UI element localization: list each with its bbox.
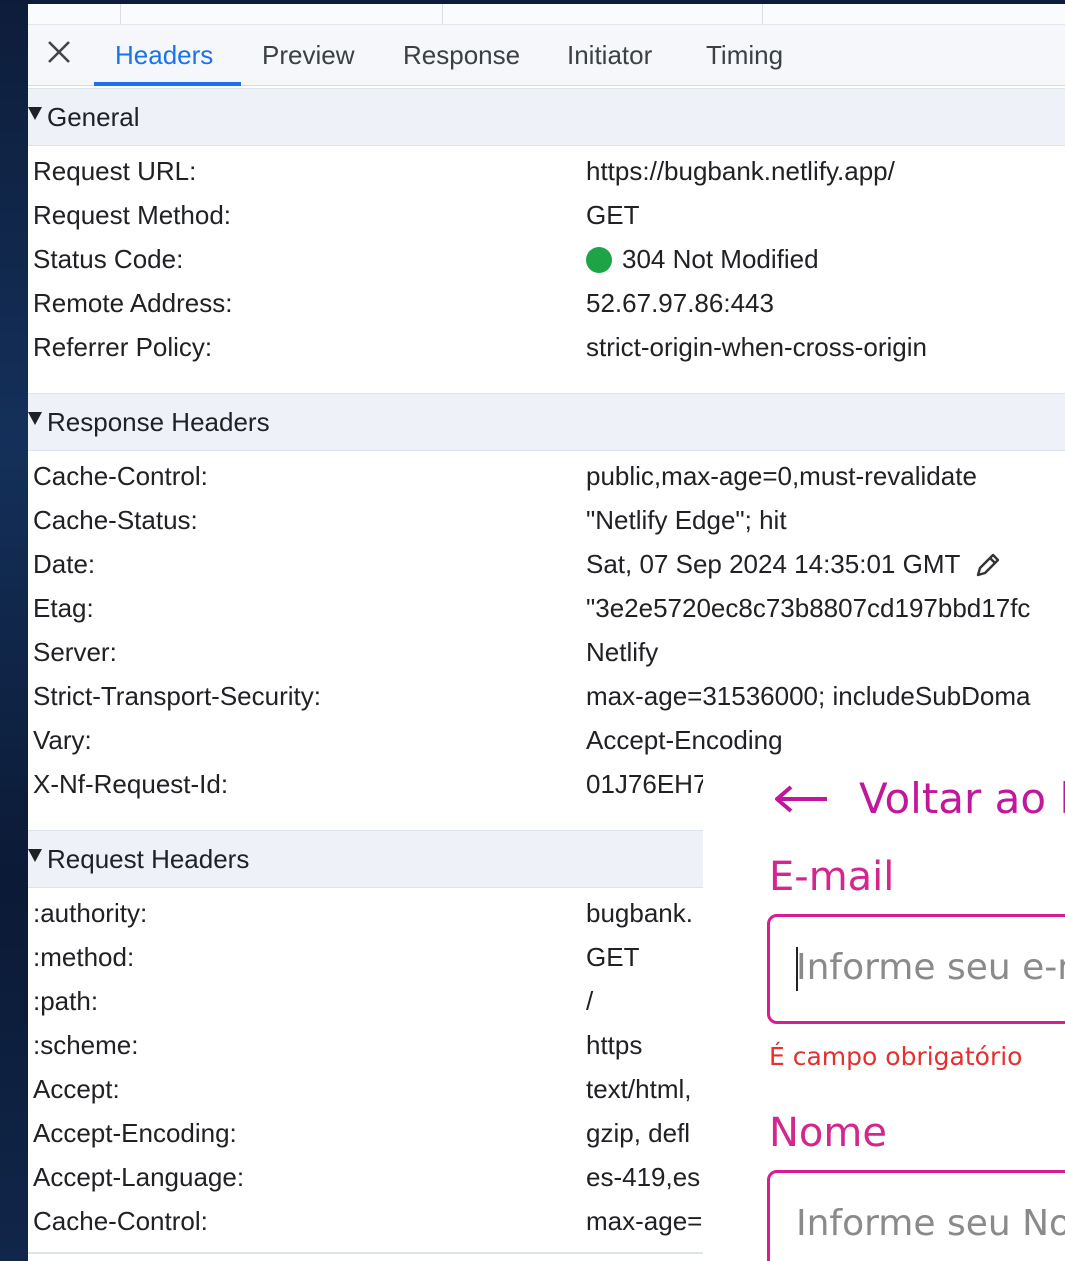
header-row: Request URL: https://bugbank.netlify.app… xyxy=(28,150,1065,194)
column-divider xyxy=(120,4,121,24)
expand-triangle-icon xyxy=(28,412,42,425)
close-icon xyxy=(48,41,70,63)
header-key: Accept: xyxy=(33,1074,120,1104)
email-error-message: É campo obrigatório xyxy=(769,1042,1023,1071)
section-title: Request Headers xyxy=(47,844,250,874)
header-value[interactable]: max-age=31536000; includeSubDoma xyxy=(586,681,1030,712)
header-key: Referrer Policy: xyxy=(33,332,213,362)
column-divider xyxy=(442,4,443,24)
header-key: Status Code: xyxy=(33,244,184,274)
name-placeholder: Informe seu No xyxy=(796,1203,1065,1244)
status-code-text: 304 Not Modified xyxy=(622,244,819,274)
header-key: Cache-Control: xyxy=(33,461,208,491)
header-value[interactable]: GET xyxy=(586,200,639,231)
header-key: Accept-Language: xyxy=(33,1162,245,1192)
header-row: Cache-Control: public,max-age=0,must-rev… xyxy=(28,455,1065,499)
header-value[interactable]: Sat, 07 Sep 2024 14:35:01 GMT xyxy=(586,549,1002,580)
header-value[interactable]: max-age= xyxy=(586,1206,702,1237)
header-value[interactable]: Accept-Encoding xyxy=(586,725,783,756)
section-response-headers-header[interactable]: Response Headers xyxy=(28,393,1065,451)
header-key: X-Nf-Request-Id: xyxy=(33,769,229,799)
detail-tabbar: Headers Preview Response Initiator Timin… xyxy=(28,25,1065,86)
tab-preview[interactable]: Preview xyxy=(262,40,354,71)
header-row: Referrer Policy: strict-origin-when-cros… xyxy=(28,326,1065,370)
status-dot-icon xyxy=(586,246,612,273)
header-value[interactable]: "Netlify Edge"; hit xyxy=(586,505,787,536)
email-field[interactable]: Informe seu e-m xyxy=(767,914,1065,1024)
header-row: Remote Address: 52.67.97.86:443 xyxy=(28,282,1065,326)
header-value[interactable]: 01J76EH7 xyxy=(586,769,707,800)
header-value[interactable]: public,max-age=0,must-revalidate xyxy=(586,461,977,492)
header-key: :authority: xyxy=(33,898,148,928)
tab-initiator[interactable]: Initiator xyxy=(567,40,652,71)
header-key: Accept-Encoding: xyxy=(33,1118,237,1148)
header-value[interactable]: Netlify xyxy=(586,637,658,668)
desktop-background xyxy=(0,0,28,1261)
header-value[interactable]: / xyxy=(586,986,593,1017)
date-value-text: Sat, 07 Sep 2024 14:35:01 GMT xyxy=(586,549,961,579)
header-key: Request URL: xyxy=(33,156,197,186)
header-key: Date: xyxy=(33,549,96,579)
header-key: Cache-Control: xyxy=(33,1206,208,1236)
tab-timing[interactable]: Timing xyxy=(706,40,783,71)
tab-headers[interactable]: Headers xyxy=(115,40,213,71)
header-row: Date: Sat, 07 Sep 2024 14:35:01 GMT xyxy=(28,543,1065,587)
pencil-edit-icon[interactable] xyxy=(974,551,1002,579)
header-row: Cache-Status: "Netlify Edge"; hit xyxy=(28,499,1065,543)
header-row: Status Code: 304 Not Modified xyxy=(28,238,1065,282)
header-key: Remote Address: xyxy=(33,288,233,318)
header-value[interactable]: "3e2e5720ec8c73b8807cd197bbd17fc xyxy=(586,593,1030,624)
active-tab-indicator xyxy=(94,82,241,86)
text-caret xyxy=(796,947,798,991)
tab-response[interactable]: Response xyxy=(403,40,520,71)
request-list-strip xyxy=(28,4,1065,25)
expand-triangle-icon xyxy=(28,107,42,120)
header-value[interactable]: https xyxy=(586,1030,642,1061)
section-title: General xyxy=(47,102,140,132)
header-key: Cache-Status: xyxy=(33,505,198,535)
header-key: Server: xyxy=(33,637,117,667)
column-divider xyxy=(762,4,763,24)
header-value[interactable]: strict-origin-when-cross-origin xyxy=(586,332,927,363)
header-key: Etag: xyxy=(33,593,94,623)
header-value[interactable]: 304 Not Modified xyxy=(586,244,819,275)
header-key: Request Method: xyxy=(33,200,232,230)
name-field[interactable]: Informe seu No xyxy=(767,1170,1065,1261)
bugbank-register-form: Voltar ao l E-mail Informe seu e-m É cam… xyxy=(703,766,1065,1261)
header-value[interactable]: https://bugbank.netlify.app/ xyxy=(586,156,895,187)
header-key: Vary: xyxy=(33,725,92,755)
header-value[interactable]: text/html, xyxy=(586,1074,691,1105)
header-row: Vary: Accept-Encoding xyxy=(28,719,1065,763)
header-row: Strict-Transport-Security: max-age=31536… xyxy=(28,675,1065,719)
expand-triangle-icon xyxy=(28,849,42,862)
close-button[interactable] xyxy=(44,37,74,67)
header-row: Request Method: GET xyxy=(28,194,1065,238)
header-value[interactable]: es-419,es xyxy=(586,1162,700,1193)
header-value[interactable]: 52.67.97.86:443 xyxy=(586,288,774,319)
header-value[interactable]: GET xyxy=(586,942,639,973)
back-to-login-link[interactable]: Voltar ao l xyxy=(773,774,1065,823)
section-general-header[interactable]: General xyxy=(28,88,1065,146)
header-key: :scheme: xyxy=(33,1030,139,1060)
email-label: E-mail xyxy=(769,854,895,900)
name-label: Nome xyxy=(769,1110,887,1156)
header-value[interactable]: bugbank. xyxy=(586,898,693,929)
section-title: Response Headers xyxy=(47,407,270,437)
back-link-label: Voltar ao l xyxy=(859,774,1065,823)
header-row: Etag: "3e2e5720ec8c73b8807cd197bbd17fc xyxy=(28,587,1065,631)
email-placeholder: Informe seu e-m xyxy=(796,947,1065,988)
header-key: :method: xyxy=(33,942,135,972)
header-row: Server: Netlify xyxy=(28,631,1065,675)
header-key: :path: xyxy=(33,986,99,1016)
arrow-left-icon xyxy=(775,784,827,813)
header-value[interactable]: gzip, defl xyxy=(586,1118,690,1149)
header-key: Strict-Transport-Security: xyxy=(33,681,321,711)
